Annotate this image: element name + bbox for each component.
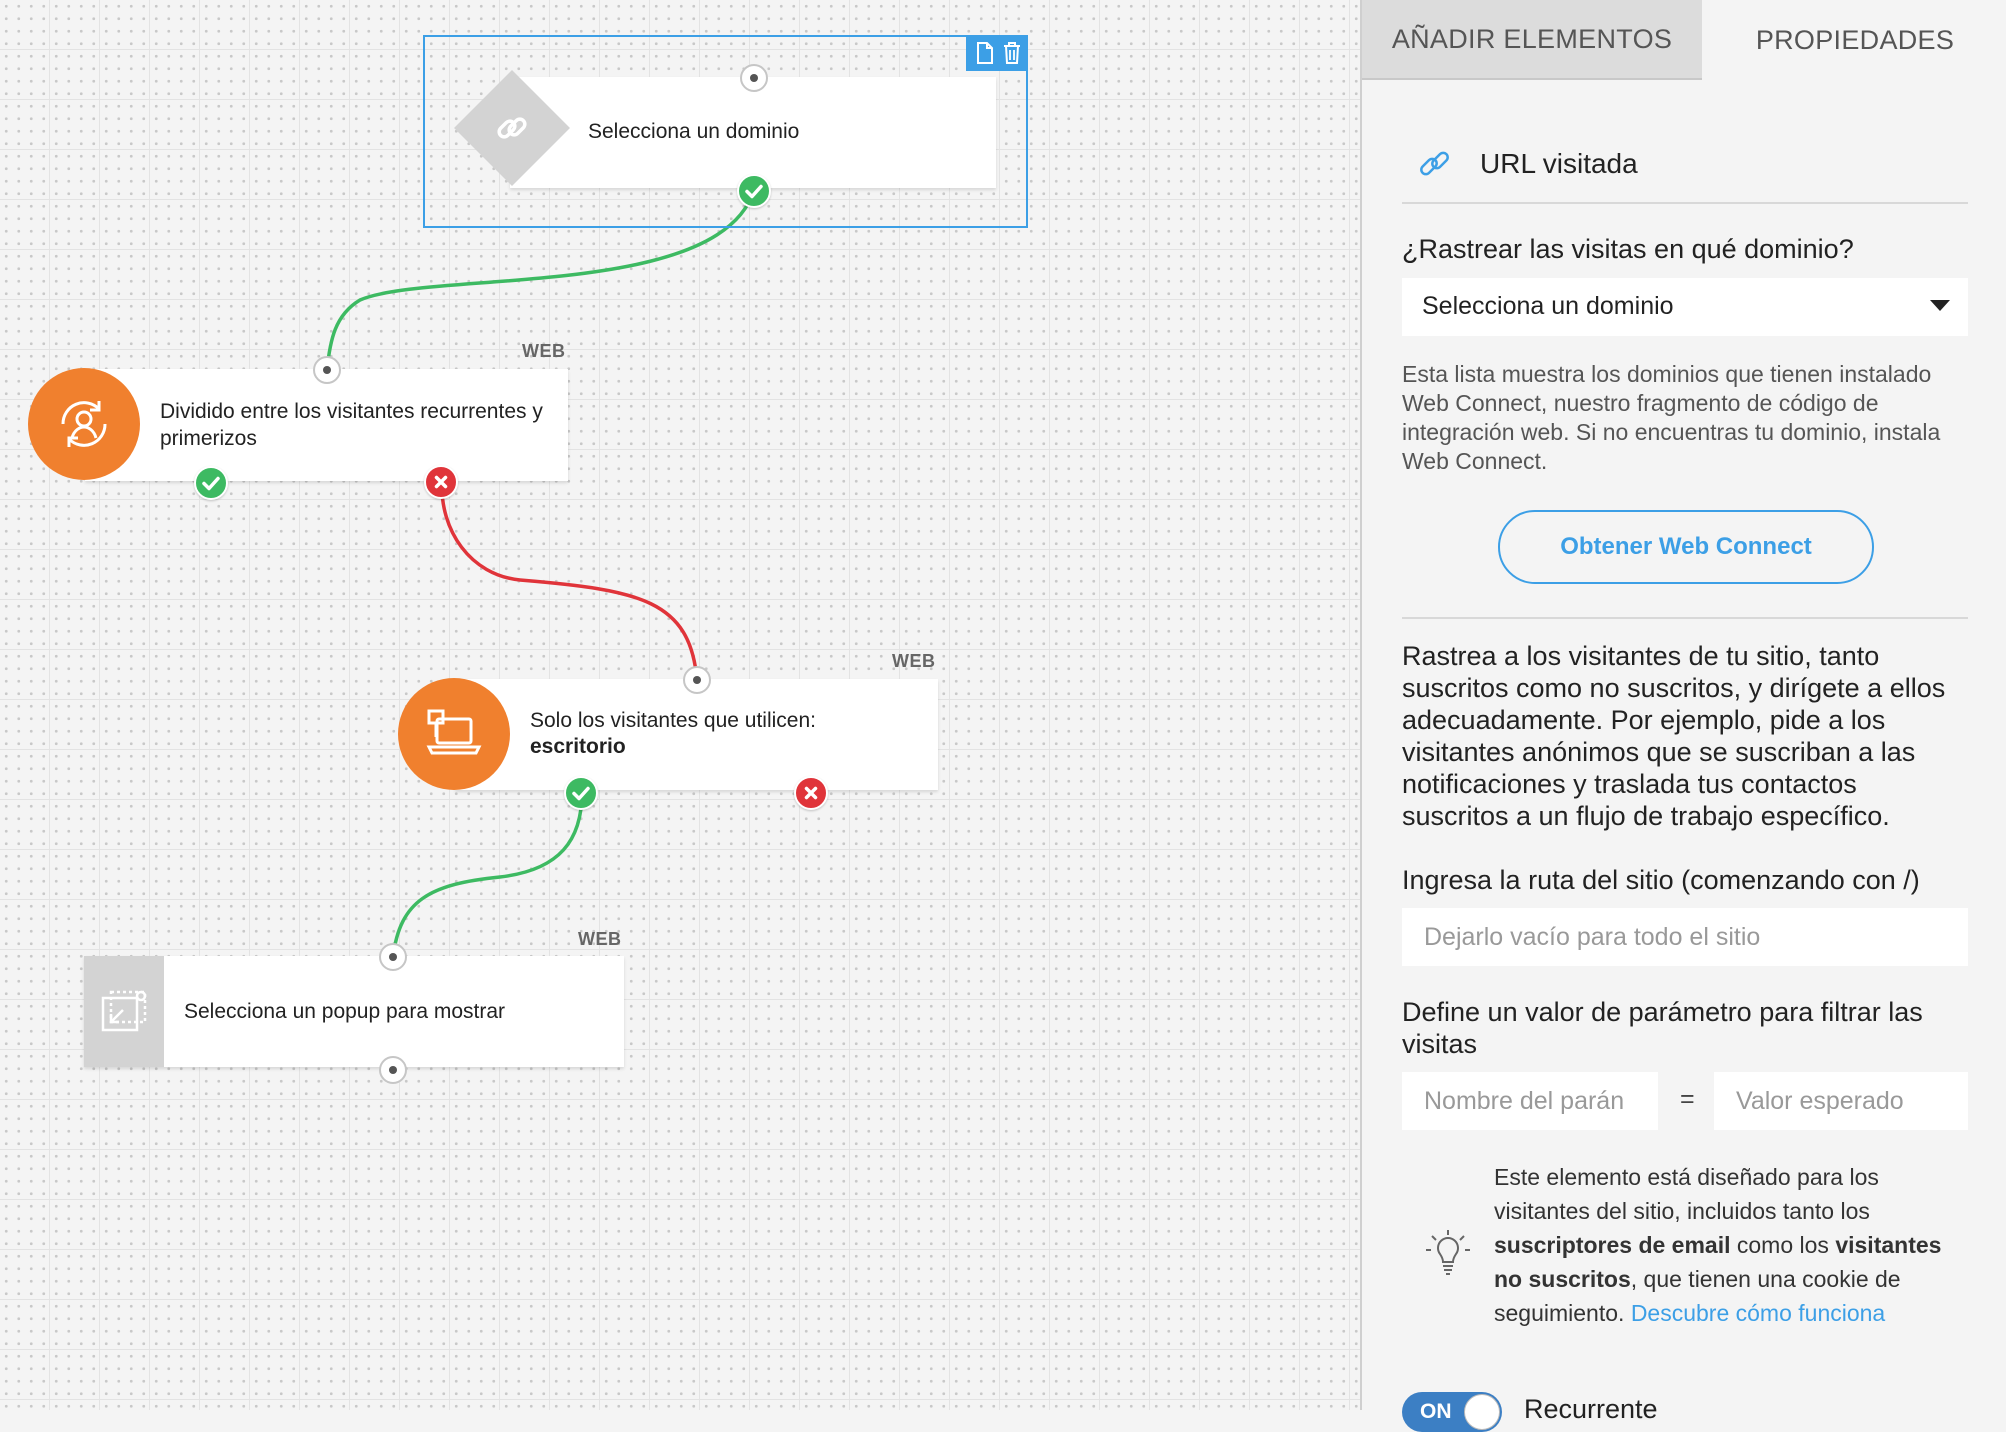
tip-text-bold1: suscriptores de email <box>1494 1232 1731 1258</box>
link-icon <box>1416 145 1454 188</box>
param-equals: = <box>1680 1085 1695 1113</box>
param-name-placeholder: Nombre del parán <box>1424 1086 1625 1115</box>
toggle-knob <box>1464 1394 1500 1430</box>
description-text: Rastrea a los visitantes de tu sitio, ta… <box>1402 641 1946 831</box>
device-node-tag: WEB <box>892 651 936 671</box>
path-input[interactable]: Dejarlo vacío para todo el sitio <box>1402 908 1968 966</box>
domain-select[interactable]: Selecciona un dominio <box>1402 278 1968 336</box>
get-web-connect-label: Obtener Web Connect <box>1560 533 1812 560</box>
domain-node-label: Selecciona un dominio <box>588 120 800 143</box>
properties-panel: AÑADIR ELEMENTOS PROPIEDADES URL visitad… <box>1360 0 2006 1432</box>
device-node-value: escritorio <box>530 735 626 758</box>
device-node-label: Solo los visitantes que utilicen: <box>530 709 816 732</box>
tab-add-elements[interactable]: AÑADIR ELEMENTOS <box>1362 0 1702 80</box>
tip-text: Este elemento está diseñado para los vis… <box>1494 1160 1968 1330</box>
domain-select-value: Selecciona un dominio <box>1422 292 1674 320</box>
recurrent-toggle[interactable]: ON <box>1402 1392 1502 1432</box>
split-failure-port[interactable] <box>424 465 458 499</box>
device-success-port[interactable] <box>564 776 598 810</box>
section-divider <box>1402 617 1968 619</box>
learn-more-link[interactable]: Descubre cómo funciona <box>1631 1300 1885 1326</box>
domain-question-label: ¿Rastrear las visitas en qué dominio? <box>1402 234 1854 264</box>
connection-device-to-popup <box>391 791 584 958</box>
popup-output-port[interactable] <box>379 1056 407 1084</box>
title-divider <box>1402 202 1968 204</box>
popup-icon <box>99 988 149 1041</box>
link-icon <box>492 108 532 153</box>
path-label: Ingresa la ruta del sitio (comenzando co… <box>1402 865 1920 895</box>
get-web-connect-button[interactable]: Obtener Web Connect <box>1498 510 1874 584</box>
element-title: URL visitada <box>1480 148 1638 179</box>
lightbulb-icon <box>1424 1226 1472 1283</box>
domain-help-text: Esta lista muestra los dominios que tien… <box>1402 361 1941 474</box>
desktop-device-icon <box>425 707 483 766</box>
param-name-input[interactable]: Nombre del parán <box>1402 1072 1658 1130</box>
device-node[interactable] <box>455 679 938 790</box>
domain-input-port[interactable] <box>740 64 768 92</box>
duplicate-icon[interactable] <box>976 41 994 70</box>
param-label: Define un valor de parámetro para filtra… <box>1402 997 1923 1059</box>
delete-icon[interactable] <box>1002 41 1022 70</box>
device-failure-port[interactable] <box>794 776 828 810</box>
tip-text-part2: como los <box>1730 1232 1836 1258</box>
popup-node-tag: WEB <box>578 929 622 949</box>
split-node-tag: WEB <box>522 341 566 361</box>
split-success-port[interactable] <box>194 466 228 500</box>
split-node-label: Dividido entre los visitantes recurrente… <box>160 400 543 450</box>
device-input-port[interactable] <box>683 666 711 694</box>
path-input-placeholder: Dejarlo vacío para todo el sitio <box>1424 922 1761 951</box>
tab-properties[interactable]: PROPIEDADES <box>1702 0 2006 80</box>
split-input-port[interactable] <box>313 356 341 384</box>
node-toolbar <box>966 35 1028 71</box>
popup-node-label: Selecciona un popup para mostrar <box>184 1000 506 1023</box>
domain-success-port[interactable] <box>737 174 771 208</box>
toggle-state-label: ON <box>1420 1400 1452 1423</box>
param-value-input[interactable]: Valor esperado <box>1714 1072 1968 1130</box>
popup-input-port[interactable] <box>379 943 407 971</box>
tip-text-part1: Este elemento está diseñado para los vis… <box>1494 1164 1879 1224</box>
chevron-down-icon <box>1930 300 1950 311</box>
connection-split-to-device <box>440 481 699 681</box>
param-value-placeholder: Valor esperado <box>1736 1086 1904 1115</box>
returning-visitor-icon <box>55 395 113 458</box>
